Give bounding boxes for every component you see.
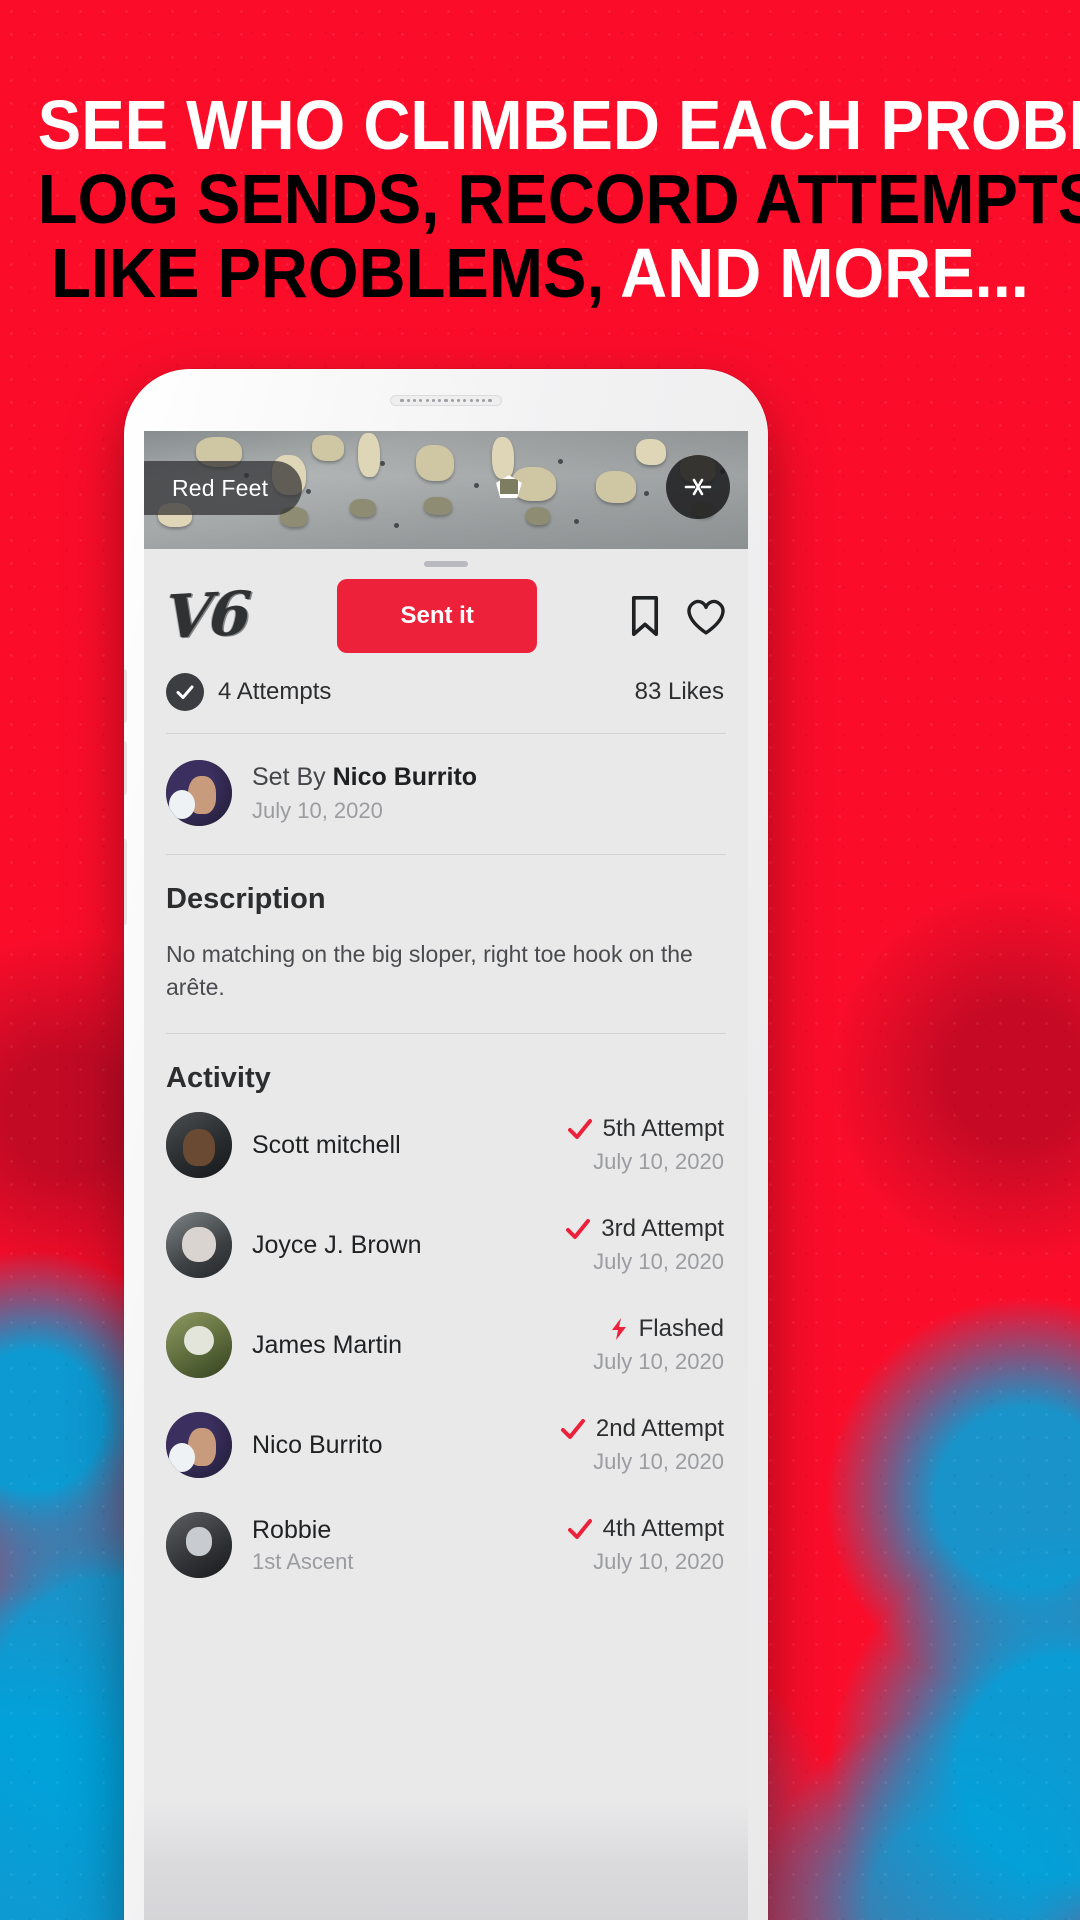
- headline-line-3: LIKE PROBLEMS, AND MORE...: [38, 236, 1042, 310]
- headline-line-1: SEE WHO CLIMBED EACH PROBLEM,: [37, 86, 1080, 164]
- activity-date: July 10, 2020: [593, 1449, 724, 1475]
- avatar: [166, 1412, 232, 1479]
- setter-date: July 10, 2020: [252, 797, 383, 823]
- detail-sheet: V6 Sent it 4 Attempts 83 Likes Set By Ni…: [144, 561, 748, 1920]
- activity-status-label: 5th Attempt: [602, 1115, 724, 1143]
- problem-name-pill[interactable]: Red Feet: [144, 461, 303, 515]
- activity-status-label: Flashed: [638, 1315, 724, 1343]
- problem-photo[interactable]: Red Feet: [144, 431, 748, 549]
- activity-list: Scott mitchell 5th Attempt July 10, 2020…: [144, 1095, 748, 1595]
- activity-user-name: Joyce J. Brown: [252, 1230, 422, 1259]
- activity-status-label: 3rd Attempt: [601, 1215, 724, 1243]
- activity-status-group: Flashed July 10, 2020: [593, 1315, 724, 1375]
- phone-screen: Red Feet V6 Sent it 4 Attempts 83 Likes …: [144, 431, 748, 1920]
- activity-status-label: 2nd Attempt: [595, 1415, 724, 1443]
- setter-avatar: [166, 760, 232, 826]
- activity-status: Flashed: [593, 1315, 724, 1343]
- activity-row[interactable]: Robbie 1st Ascent 4th Attempt July 10, 2…: [144, 1495, 748, 1595]
- headline-line-3-black: LIKE PROBLEMS,: [51, 234, 605, 312]
- grade-action-row: V6 Sent it: [144, 567, 748, 653]
- activity-status-group: 2nd Attempt July 10, 2020: [560, 1415, 724, 1475]
- problem-name-label: Red Feet: [172, 474, 269, 501]
- setter-name: Nico Burrito: [332, 762, 478, 791]
- activity-user-name: Nico Burrito: [252, 1430, 383, 1459]
- activity-user-name: James Martin: [252, 1330, 403, 1359]
- description-body: No matching on the big sloper, right toe…: [166, 941, 693, 1000]
- power-button[interactable]: [124, 839, 127, 925]
- check-icon: [567, 1119, 592, 1140]
- check-icon: [567, 1519, 592, 1540]
- earpiece-speaker-icon: [390, 395, 502, 406]
- volume-button[interactable]: [124, 669, 127, 723]
- activity-status: 4th Attempt: [567, 1515, 724, 1543]
- check-icon: [176, 685, 194, 699]
- grade-label: V6: [163, 578, 251, 654]
- check-icon: [560, 1419, 585, 1440]
- activity-status: 5th Attempt: [567, 1115, 724, 1143]
- promo-headline: SEE WHO CLIMBED EACH PROBLEM, LOG SENDS,…: [0, 88, 1080, 310]
- attempts-likes-row: 4 Attempts 83 Likes: [144, 653, 748, 733]
- attempts-label: 4 Attempts: [218, 678, 332, 705]
- activity-status-label: 4th Attempt: [602, 1515, 724, 1543]
- avatar: [166, 1312, 232, 1379]
- activity-date: July 10, 2020: [593, 1149, 724, 1175]
- activity-date: July 10, 2020: [593, 1349, 724, 1375]
- setter-row[interactable]: Set By Nico Burrito July 10, 2020: [144, 734, 748, 854]
- activity-user-info: Robbie 1st Ascent: [252, 1516, 547, 1575]
- activity-row[interactable]: Nico Burrito 2nd Attempt July 10, 2020: [144, 1395, 748, 1495]
- activity-status: 3rd Attempt: [565, 1215, 724, 1243]
- bottom-fade: [144, 1801, 748, 1920]
- avatar: [166, 1112, 232, 1179]
- volume-down-button[interactable]: [124, 741, 127, 795]
- avatar: [166, 1212, 232, 1279]
- bookmark-icon: [631, 595, 659, 637]
- set-by-prefix: Set By: [252, 762, 326, 791]
- bookmark-button[interactable]: [628, 595, 662, 637]
- activity-status: 2nd Attempt: [560, 1415, 724, 1443]
- description-title: Description: [166, 883, 326, 915]
- sent-it-button[interactable]: Sent it: [337, 579, 538, 653]
- avatar: [166, 1512, 232, 1579]
- like-button[interactable]: [684, 596, 728, 636]
- setter-info: Set By Nico Burrito July 10, 2020: [252, 763, 477, 824]
- activity-status-group: 4th Attempt July 10, 2020: [567, 1515, 724, 1575]
- attempts-group[interactable]: 4 Attempts: [166, 673, 331, 711]
- lightning-icon: [611, 1318, 626, 1341]
- heart-icon: [687, 599, 725, 635]
- likes-label: 83 Likes: [634, 678, 724, 705]
- setter-line: Set By Nico Burrito: [252, 763, 477, 792]
- headline-line-3-white: AND MORE...: [620, 234, 1029, 312]
- activity-status-group: 3rd Attempt July 10, 2020: [565, 1215, 724, 1275]
- check-circle-icon: [166, 673, 204, 711]
- activity-status-group: 5th Attempt July 10, 2020: [567, 1115, 724, 1175]
- collapse-icon: [684, 478, 712, 496]
- activity-user-name: Robbie: [252, 1515, 332, 1544]
- collapse-button[interactable]: [666, 455, 730, 519]
- headline-line-2: LOG SENDS, RECORD ATTEMPTS,: [37, 160, 1080, 238]
- activity-title: Activity: [166, 1062, 271, 1095]
- action-icons: [628, 595, 728, 637]
- check-icon: [566, 1219, 591, 1240]
- activity-row[interactable]: James Martin Flashed July 10, 2020: [144, 1295, 748, 1395]
- activity-user-badge: 1st Ascent: [252, 1548, 354, 1574]
- activity-user-name: Scott mitchell: [252, 1130, 401, 1159]
- activity-date: July 10, 2020: [593, 1549, 724, 1575]
- activity-row[interactable]: Scott mitchell 5th Attempt July 10, 2020: [144, 1095, 748, 1195]
- activity-date: July 10, 2020: [593, 1249, 724, 1275]
- phone-mockup: Red Feet V6 Sent it 4 Attempts 83 Likes …: [124, 369, 768, 1920]
- activity-row[interactable]: Joyce J. Brown 3rd Attempt July 10, 2020: [144, 1195, 748, 1295]
